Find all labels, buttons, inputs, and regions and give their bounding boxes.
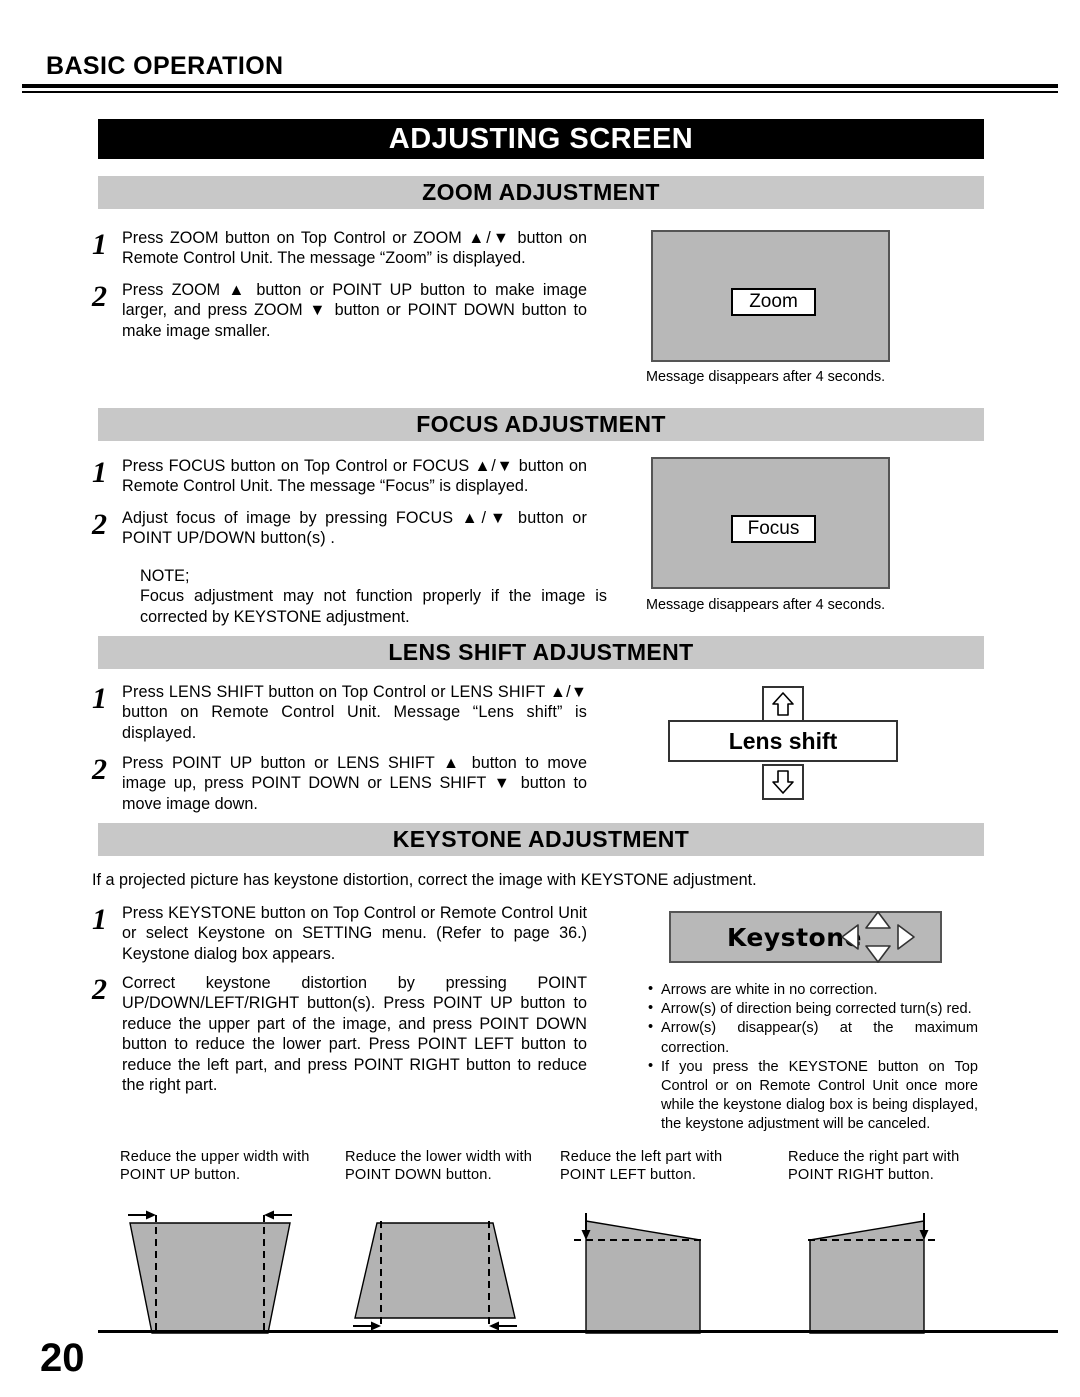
keystone-diagram-right: Reduce the right part with POINT RIGHT b…: [788, 1148, 998, 1343]
list-item: Arrow(s) disappear(s) at the maximum cor…: [648, 1018, 978, 1057]
trapezoid-upper-graphic: [128, 1210, 292, 1335]
zoom-screen-mock: Zoom: [651, 230, 890, 362]
step-number: 1: [92, 456, 107, 489]
trapezoid-lower-graphic: [353, 1220, 517, 1331]
lens-shift-step-1: 1 Press LENS SHIFT button on Top Control…: [92, 682, 612, 743]
diagram-caption: Reduce the right part with POINT RIGHT b…: [788, 1149, 960, 1184]
step-text: Press LENS SHIFT button on Top Control o…: [122, 683, 587, 742]
step-text: Press ZOOM button on Top Control or ZOOM…: [122, 229, 587, 268]
arrow-right-icon: [897, 924, 915, 950]
arrow-up-outline-icon: [772, 692, 794, 716]
lens-shift-step-2: 2 Press POINT UP button or LENS SHIFT ▲ …: [92, 753, 612, 814]
list-item: If you press the KEYSTONE button on Top …: [648, 1057, 978, 1135]
keystone-diagram-lower: Reduce the lower width with POINT DOWN b…: [345, 1148, 565, 1343]
step-number: 1: [92, 682, 107, 715]
keystone-step-1: 1 Press KEYSTONE button on Top Control o…: [92, 903, 612, 964]
step-text: Adjust focus of image by pressing FOCUS …: [122, 509, 587, 548]
step-text: Correct keystone distortion by pressing …: [122, 974, 587, 1095]
keystone-arrow-cluster: [836, 908, 920, 966]
step-text: Press FOCUS button on Top Control or FOC…: [122, 457, 587, 496]
section-heading-lens-shift: LENS SHIFT ADJUSTMENT: [98, 636, 984, 669]
header-rule-thin: [22, 91, 1058, 93]
keystone-intro: If a projected picture has keystone dist…: [92, 871, 757, 889]
focus-screen-caption: Message disappears after 4 seconds.: [646, 597, 886, 613]
keystone-diagram-left: Reduce the left part with POINT LEFT but…: [560, 1148, 770, 1343]
arrow-down-icon: [865, 945, 891, 963]
trapezoid-right-graphic: [808, 1212, 936, 1334]
list-item: Arrow(s) of direction being corrected tu…: [648, 999, 978, 1019]
step-number: 1: [92, 903, 107, 936]
focus-message-box: Focus: [731, 515, 816, 543]
step-number: 2: [92, 753, 107, 786]
keystone-dialog: Keystone: [669, 911, 942, 963]
header-rule-thick: [22, 84, 1058, 88]
running-head: BASIC OPERATION: [46, 52, 284, 80]
focus-note-text: Focus adjustment may not function proper…: [140, 587, 607, 626]
diagram-caption: Reduce the lower width with POINT DOWN b…: [345, 1149, 533, 1184]
focus-note: NOTE; Focus adjustment may not function …: [140, 566, 607, 627]
step-number: 1: [92, 228, 107, 261]
step-text: Press ZOOM ▲ button or POINT UP button t…: [122, 281, 587, 340]
arrow-left-icon: [841, 924, 859, 950]
section-heading-keystone: KEYSTONE ADJUSTMENT: [98, 823, 984, 856]
arrow-down-outline-icon: [772, 770, 794, 794]
lens-shift-dialog: Lens shift: [668, 686, 898, 804]
focus-step-1: 1 Press FOCUS button on Top Control or F…: [92, 456, 612, 497]
footer-rule: [98, 1330, 1058, 1333]
diagram-caption: Reduce the left part with POINT LEFT but…: [560, 1149, 723, 1184]
section-heading-zoom: ZOOM ADJUSTMENT: [98, 176, 984, 209]
section-heading-focus: FOCUS ADJUSTMENT: [98, 408, 984, 441]
focus-step-2: 2 Adjust focus of image by pressing FOCU…: [92, 508, 612, 549]
step-number: 2: [92, 508, 107, 541]
trapezoid-left-graphic: [574, 1212, 702, 1334]
lens-shift-message-box: Lens shift: [668, 720, 898, 762]
keystone-step-2: 2 Correct keystone distortion by pressin…: [92, 973, 612, 1095]
lens-shift-down-arrow-box: [762, 764, 804, 800]
step-text: Press POINT UP button or LENS SHIFT ▲ bu…: [122, 754, 587, 813]
focus-note-label: NOTE;: [140, 567, 190, 585]
list-item: Arrows are white in no correction.: [648, 980, 978, 1000]
keystone-diagram-upper: Reduce the upper width with POINT UP but…: [120, 1148, 340, 1343]
focus-screen-mock: Focus: [651, 457, 890, 589]
step-number: 2: [92, 280, 107, 313]
keystone-notes-list: Arrows are white in no correction. Arrow…: [648, 980, 978, 1135]
page-number: 20: [40, 1336, 85, 1380]
step-number: 2: [92, 973, 107, 1006]
page-title: ADJUSTING SCREEN: [98, 119, 984, 159]
lens-shift-up-arrow-box: [762, 686, 804, 722]
zoom-message-box: Zoom: [731, 288, 816, 316]
zoom-screen-caption: Message disappears after 4 seconds.: [646, 369, 886, 385]
step-text: Press KEYSTONE button on Top Control or …: [122, 904, 587, 963]
diagram-caption: Reduce the upper width with POINT UP but…: [120, 1149, 310, 1184]
zoom-step-1: 1 Press ZOOM button on Top Control or ZO…: [92, 228, 612, 269]
arrow-up-icon: [865, 911, 891, 929]
zoom-step-2: 2 Press ZOOM ▲ button or POINT UP button…: [92, 280, 612, 341]
